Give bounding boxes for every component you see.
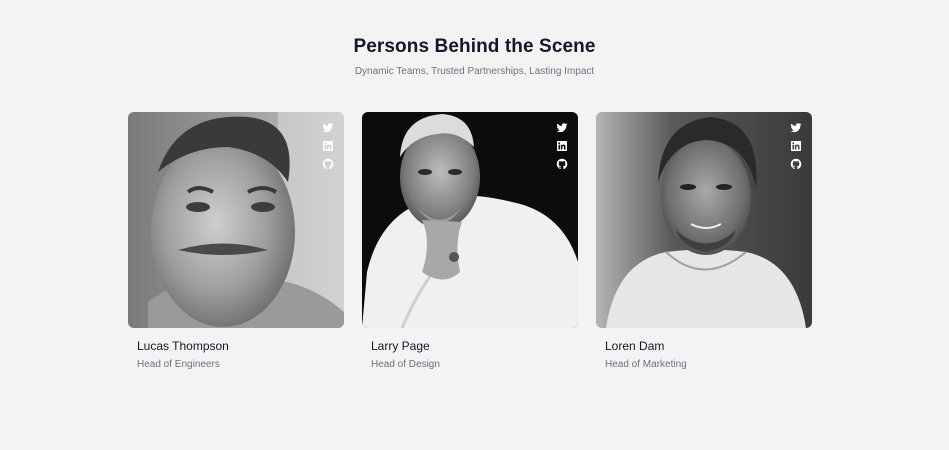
team-member-name: Loren Dam: [605, 339, 665, 353]
github-link[interactable]: [790, 158, 802, 170]
team-section: Persons Behind the Scene Dynamic Teams, …: [0, 0, 949, 450]
portrait-image: [362, 112, 578, 328]
linkedin-link[interactable]: [790, 140, 802, 152]
team-member-role: Head of Marketing: [605, 359, 687, 370]
github-icon: [790, 158, 802, 170]
team-member-photo: [128, 112, 344, 328]
twitter-link[interactable]: [790, 122, 802, 134]
twitter-icon: [790, 123, 802, 133]
linkedin-icon: [557, 141, 567, 151]
linkedin-link[interactable]: [556, 140, 568, 152]
team-card-lucas-thompson: Lucas Thompson Head of Engineers: [128, 112, 344, 372]
section-title: Persons Behind the Scene: [353, 36, 596, 57]
portrait-image: [596, 112, 812, 328]
twitter-icon: [322, 123, 334, 133]
social-links: [556, 122, 568, 170]
team-card-loren-dam: Loren Dam Head of Marketing: [596, 112, 812, 372]
linkedin-link[interactable]: [322, 140, 334, 152]
github-icon: [556, 158, 568, 170]
social-links: [790, 122, 802, 170]
linkedin-icon: [791, 141, 801, 151]
team-card-larry-page: Larry Page Head of Design: [362, 112, 578, 372]
linkedin-icon: [323, 141, 333, 151]
social-links: [322, 122, 334, 170]
team-member-photo: [596, 112, 812, 328]
portrait-image: [128, 112, 344, 328]
section-subtitle: Dynamic Teams, Trusted Partnerships, Las…: [354, 66, 595, 77]
github-link[interactable]: [322, 158, 334, 170]
team-member-role: Head of Design: [371, 359, 440, 370]
section-header: Persons Behind the Scene Dynamic Teams, …: [0, 34, 949, 79]
twitter-icon: [556, 123, 568, 133]
twitter-link[interactable]: [322, 122, 334, 134]
github-link[interactable]: [556, 158, 568, 170]
team-member-photo: [362, 112, 578, 328]
team-member-name: Lucas Thompson: [137, 339, 229, 353]
twitter-link[interactable]: [556, 122, 568, 134]
team-grid: Lucas Thompson Head of Engineers Larry P…: [128, 112, 812, 372]
team-member-role: Head of Engineers: [137, 359, 220, 370]
github-icon: [322, 158, 334, 170]
team-member-name: Larry Page: [371, 339, 430, 353]
